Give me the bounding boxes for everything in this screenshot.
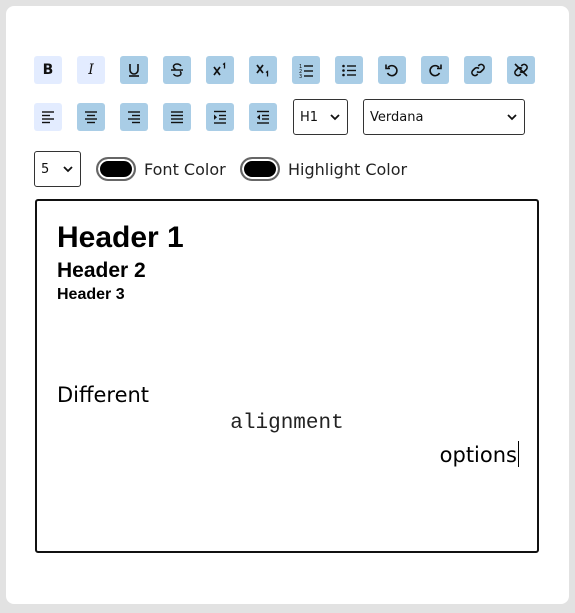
unlink-button[interactable]: [507, 56, 535, 84]
align-right-icon: [128, 111, 140, 124]
bold-icon: B: [42, 62, 54, 78]
ordered-list-button[interactable]: 123: [292, 56, 320, 84]
link-icon: [471, 63, 485, 77]
superscript-icon: [213, 62, 226, 76]
font-family-select[interactable]: Verdana: [363, 99, 525, 135]
redo-icon: [429, 64, 442, 77]
justify-icon: [171, 111, 183, 124]
editor-card: B I 123 H1 Verdana 5 Font Color Highligh…: [6, 6, 569, 604]
right-aligned-line: options: [440, 441, 519, 467]
indent-button[interactable]: [206, 103, 234, 131]
italic-icon: I: [88, 62, 94, 78]
italic-button[interactable]: I: [77, 56, 105, 84]
outdent-button[interactable]: [249, 103, 277, 131]
unordered-list-icon: [342, 64, 356, 77]
align-left-icon: [42, 111, 54, 124]
link-button[interactable]: [464, 56, 492, 84]
bold-button[interactable]: B: [34, 56, 62, 84]
highlight-color-label: Highlight Color: [288, 160, 408, 179]
heading-select[interactable]: H1: [293, 99, 348, 135]
header-2-text: Header 2: [57, 259, 146, 282]
chevron-down-icon: [63, 166, 73, 173]
text-editor-area[interactable]: Header 1 Header 2 Header 3 Different ali…: [35, 199, 539, 553]
undo-icon: [385, 64, 398, 77]
header-1-text: Header 1: [57, 221, 184, 254]
align-center-icon: [85, 111, 97, 124]
outdent-icon: [257, 110, 269, 124]
strikethrough-icon: [171, 63, 183, 77]
highlight-color-picker[interactable]: [240, 157, 280, 181]
strikethrough-button[interactable]: [163, 56, 191, 84]
font-color-picker[interactable]: [96, 157, 136, 181]
indent-icon: [214, 110, 226, 124]
font-family-select-value: Verdana: [370, 109, 424, 125]
center-aligned-text: alignment: [230, 412, 344, 435]
chevron-down-icon: [507, 114, 517, 121]
header-3-text: Header 3: [57, 286, 125, 303]
right-aligned-text: options: [439, 443, 517, 467]
heading-select-value: H1: [300, 109, 319, 125]
align-left-button[interactable]: [34, 103, 62, 131]
unordered-list-button[interactable]: [335, 56, 363, 84]
text-caret: [518, 441, 519, 467]
subscript-button[interactable]: [249, 56, 277, 84]
justify-button[interactable]: [163, 103, 191, 131]
left-aligned-text: Different: [57, 383, 150, 407]
chevron-down-icon: [330, 114, 340, 121]
ordered-list-icon: 123: [299, 64, 313, 78]
redo-button[interactable]: [421, 56, 449, 84]
font-size-select-value: 5: [41, 161, 50, 177]
unlink-icon: [514, 63, 528, 77]
subscript-icon: [256, 64, 269, 77]
underline-button[interactable]: [120, 56, 148, 84]
align-right-button[interactable]: [120, 103, 148, 131]
superscript-button[interactable]: [206, 56, 234, 84]
font-color-label: Font Color: [144, 160, 226, 179]
svg-text:3: 3: [299, 74, 302, 78]
align-center-button[interactable]: [77, 103, 105, 131]
underline-icon: [129, 64, 139, 77]
font-size-select[interactable]: 5: [34, 151, 81, 187]
undo-button[interactable]: [378, 56, 406, 84]
